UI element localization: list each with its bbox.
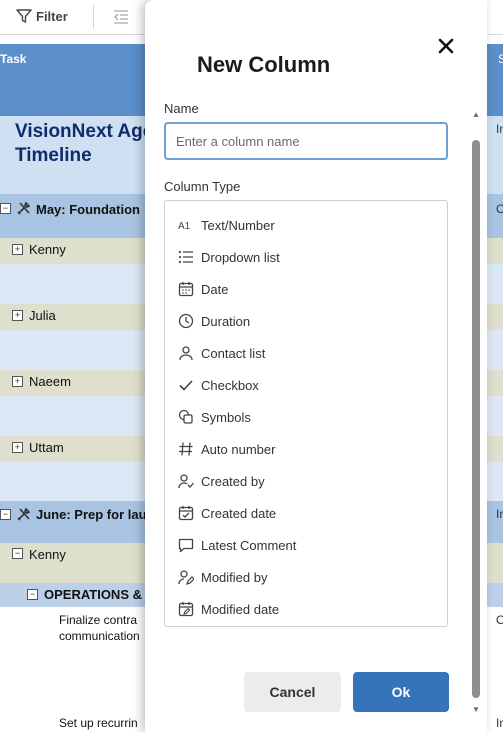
tools-icon <box>17 507 31 521</box>
person-check-icon <box>178 474 194 489</box>
column-type-option[interactable]: A1 Text/Number <box>165 209 447 241</box>
row-finalize: Finalize contra <box>59 613 138 627</box>
scroll-down-icon[interactable]: ▼ <box>472 705 480 714</box>
tools-icon <box>17 201 31 215</box>
task-column-header[interactable]: Task <box>0 52 26 66</box>
collapse-icon[interactable]: − <box>0 203 11 214</box>
column-type-label: Latest Comment <box>201 538 297 553</box>
column-type-label: Column Type <box>164 179 241 194</box>
row-may: May: Foundation <box>36 202 140 217</box>
row-june: June: Prep for lau <box>36 507 147 522</box>
column-name-input[interactable] <box>164 122 448 160</box>
row-setup: Set up recurrin <box>59 716 138 730</box>
collapse-icon[interactable]: − <box>27 589 38 600</box>
filter-button[interactable]: Filter <box>16 8 68 24</box>
symbols-icon <box>178 409 193 424</box>
cell-stub: O <box>496 202 503 216</box>
row-julia: Julia <box>29 308 56 323</box>
clock-icon <box>178 313 194 329</box>
scrollbar-thumb[interactable] <box>472 140 480 698</box>
svg-text:A1: A1 <box>178 221 191 232</box>
expand-icon[interactable]: + <box>12 310 23 321</box>
column-type-label: Duration <box>201 314 251 329</box>
expand-icon[interactable]: + <box>12 442 23 453</box>
cell-stub: O <box>496 613 503 627</box>
column-type-option[interactable]: Auto number <box>165 433 447 465</box>
expand-icon[interactable]: + <box>12 376 23 387</box>
column-type-option[interactable]: Created date <box>165 497 447 529</box>
calendar-icon <box>178 282 194 297</box>
column-type-label: Dropdown list <box>201 250 280 265</box>
column-type-option[interactable]: Duration <box>165 305 447 337</box>
column-type-option[interactable]: Symbols <box>165 401 447 433</box>
calendar-check-icon <box>178 506 194 521</box>
column-type-label: Modified date <box>201 602 280 617</box>
column-type-option[interactable]: Date <box>165 273 447 305</box>
column-type-label: Checkbox <box>201 378 259 393</box>
column-type-option[interactable]: Modified by <box>165 561 447 593</box>
person-icon <box>179 346 193 361</box>
column-type-label: Symbols <box>201 410 251 425</box>
cancel-button[interactable]: Cancel <box>244 672 341 712</box>
list-icon <box>178 250 193 264</box>
checkmark-icon <box>179 380 193 391</box>
close-icon[interactable] <box>436 36 456 56</box>
name-label: Name <box>164 101 199 116</box>
collapse-icon[interactable]: − <box>0 509 11 520</box>
cell-stub: In <box>496 122 503 136</box>
toolbar-divider <box>93 5 94 29</box>
ok-button[interactable]: Ok <box>353 672 449 712</box>
column-type-option[interactable]: Contact list <box>165 337 447 369</box>
comment-icon <box>178 538 194 553</box>
row-communication: communication <box>59 629 140 643</box>
cell-stub: In <box>496 716 503 730</box>
column-type-label: Created date <box>201 506 277 521</box>
column-type-option[interactable]: Latest Comment <box>165 529 447 561</box>
row-uttam: Uttam <box>29 440 64 455</box>
column-type-label: Contact list <box>201 346 266 361</box>
text-number-icon: A1 <box>178 221 191 232</box>
calendar-edit-icon <box>178 602 194 617</box>
row-kenny-june: Kenny <box>29 547 66 562</box>
column-type-label: Modified by <box>201 570 268 585</box>
row-operations: OPERATIONS & <box>44 587 142 602</box>
expand-icon[interactable]: + <box>12 244 23 255</box>
filter-label: Filter <box>36 8 68 24</box>
new-column-dialog: New Column Name Column Type A1 Text/Numbe… <box>145 0 487 732</box>
person-edit-icon <box>178 570 194 585</box>
collapse-icon[interactable]: − <box>12 548 23 559</box>
column-header-stub[interactable]: S <box>498 52 503 66</box>
outdent-icon[interactable] <box>112 9 130 25</box>
column-type-label: Auto number <box>201 442 276 457</box>
column-type-label: Created by <box>201 474 265 489</box>
dialog-title: New Column <box>197 52 331 77</box>
column-type-list: A1 Text/Number Dropdown list Date Duration Co… <box>164 200 448 627</box>
sheet-title: VisionNext Age Timeline <box>15 121 154 166</box>
column-type-option[interactable]: Dropdown list <box>165 241 447 273</box>
column-type-option[interactable]: Created by <box>165 465 447 497</box>
hash-icon <box>179 442 193 456</box>
column-type-option[interactable]: Modified date <box>165 593 447 625</box>
filter-icon <box>16 9 32 23</box>
cell-stub: In <box>496 507 503 521</box>
column-type-label: Date <box>201 282 229 297</box>
row-kenny: Kenny <box>29 242 66 257</box>
column-type-option[interactable]: Checkbox <box>165 369 447 401</box>
column-type-label: Text/Number <box>201 218 275 233</box>
row-naeem: Naeem <box>29 374 71 389</box>
scroll-up-icon[interactable]: ▲ <box>472 110 480 119</box>
